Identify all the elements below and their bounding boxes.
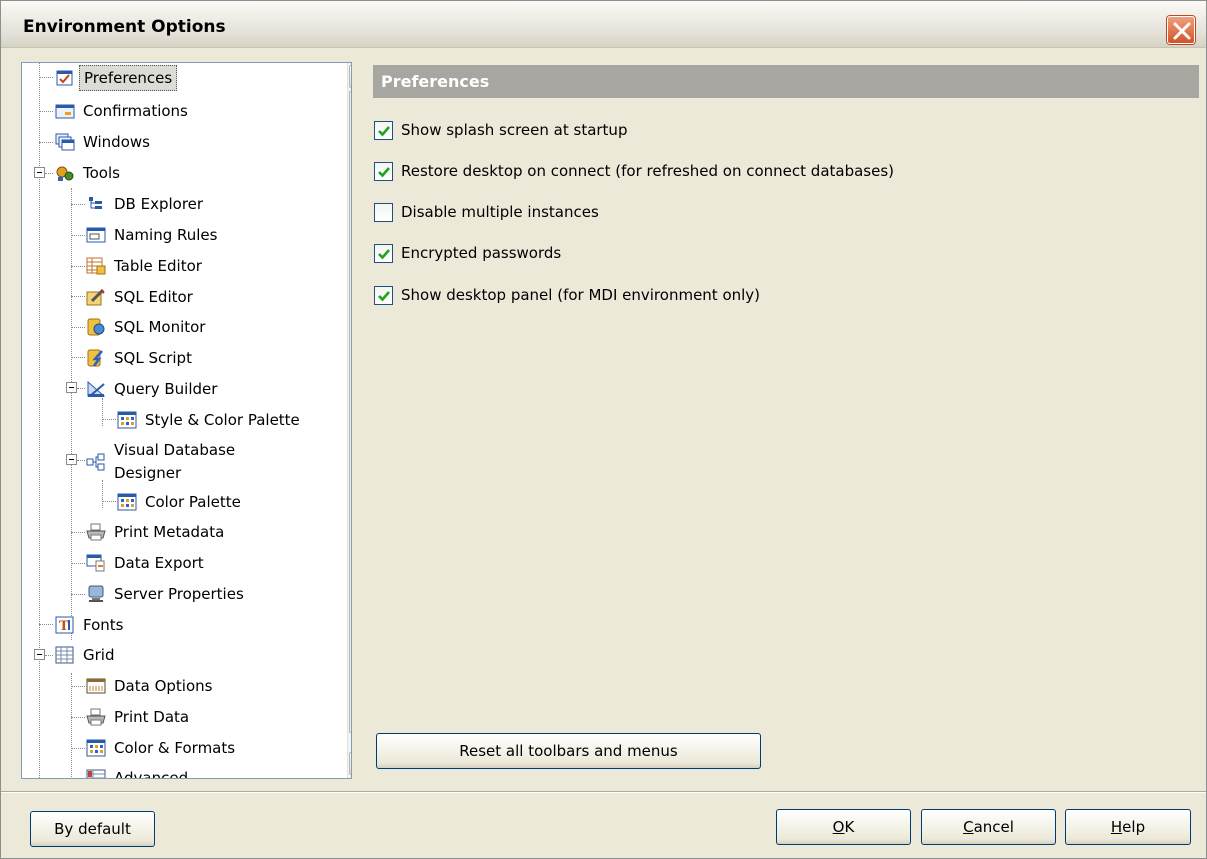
tree-item-preferences[interactable]: Preferences — [55, 65, 325, 91]
tree-item-label: Preferences — [79, 65, 178, 91]
scroll-up-button[interactable] — [349, 65, 352, 88]
help-accelerator: H — [1110, 818, 1123, 836]
tree-item-label: Server Properties — [114, 585, 244, 603]
checkmark-icon — [378, 249, 390, 260]
query-builder-icon — [87, 380, 106, 397]
tree-item-label: Designer — [114, 464, 182, 482]
tree-item-label: Query Builder — [114, 380, 218, 398]
tools-icon — [56, 166, 74, 181]
checkbox[interactable] — [374, 203, 393, 222]
tree-item-label: Style & Color Palette — [145, 411, 300, 429]
palette-icon — [117, 411, 137, 429]
tree-item-label: SQL Monitor — [114, 318, 206, 336]
option-label: Show desktop panel (for MDI environment … — [401, 286, 761, 304]
scroll-down-button[interactable] — [349, 752, 352, 775]
tree-item-label: Color Palette — [145, 493, 241, 511]
option-label: Encrypted passwords — [401, 244, 562, 262]
visual-designer-collapse-toggle[interactable] — [66, 454, 77, 465]
grid-collapse-toggle[interactable] — [34, 649, 45, 660]
ok-button[interactable]: OK — [776, 809, 911, 845]
chevron-down-icon — [350, 753, 352, 774]
preferences-icon — [56, 70, 73, 86]
table-editor-icon — [86, 257, 106, 275]
tools-collapse-toggle[interactable] — [34, 167, 45, 178]
checkbox[interactable] — [374, 121, 393, 140]
title-bar[interactable]: Environment Options — [1, 1, 1206, 48]
close-button[interactable] — [1167, 16, 1195, 44]
checkbox[interactable] — [374, 162, 393, 181]
sql-script-icon — [87, 349, 103, 367]
data-options-icon — [86, 678, 106, 694]
palette-icon — [86, 739, 106, 757]
tree-item-label: SQL Script — [114, 349, 192, 367]
environment-options-window: Environment Options Preferences Confirma… — [0, 0, 1207, 859]
help-label: elp — [1122, 818, 1146, 836]
chevron-up-icon — [350, 66, 352, 87]
visual-designer-icon — [86, 453, 105, 471]
tree-item-label: Grid — [83, 646, 115, 664]
windows-icon — [55, 133, 75, 151]
section-header: Preferences — [373, 65, 1199, 98]
checkbox[interactable] — [374, 244, 393, 263]
tree-item-label: Tools — [83, 164, 120, 182]
tree-item-label: Fonts — [83, 616, 124, 634]
reset-toolbars-button[interactable]: Reset all toolbars and menus — [376, 733, 761, 769]
svg-text:T: T — [59, 619, 69, 634]
grid-icon — [55, 646, 74, 664]
fonts-icon: T — [55, 616, 74, 634]
ok-label: K — [844, 818, 855, 836]
by-default-button[interactable]: By default — [30, 811, 155, 847]
sql-monitor-icon — [87, 318, 105, 336]
tree-item-label: Advanced — [114, 769, 189, 779]
advanced-icon — [86, 769, 106, 778]
tree-item-label: SQL Editor — [114, 288, 193, 306]
confirmations-icon — [55, 104, 75, 119]
printer-icon — [86, 708, 106, 726]
tree-item-label: Naming Rules — [114, 226, 218, 244]
option-label: Show splash screen at startup — [401, 121, 628, 139]
tree-scrollbar[interactable] — [347, 63, 352, 778]
printer-icon — [86, 523, 106, 541]
checkmark-icon — [378, 126, 390, 137]
checkmark-icon — [378, 291, 390, 302]
checkmark-icon — [378, 167, 390, 178]
ok-accelerator: O — [832, 818, 845, 836]
footer-divider — [1, 791, 1206, 793]
query-builder-collapse-toggle[interactable] — [66, 382, 77, 393]
checkbox[interactable] — [374, 286, 393, 305]
tree-item-label: Print Metadata — [114, 523, 225, 541]
data-export-icon — [86, 554, 105, 572]
options-tree[interactable]: Preferences Confirmations Windows Tools … — [21, 62, 352, 779]
option-label: Disable multiple instances — [401, 203, 599, 221]
naming-rules-icon — [86, 227, 106, 243]
cancel-accelerator: C — [963, 818, 974, 836]
tree-item-label: Color & Formats — [114, 739, 236, 757]
option-label: Restore desktop on connect (for refreshe… — [401, 162, 895, 180]
palette-icon — [117, 493, 137, 511]
help-button[interactable]: Help — [1065, 809, 1191, 845]
db-explorer-icon — [89, 197, 102, 209]
tree-item-label: Table Editor — [114, 257, 202, 275]
tree-item-label: Data Export — [114, 554, 204, 572]
tree-item-label: Confirmations — [83, 102, 188, 120]
close-icon — [1173, 22, 1191, 40]
tree-item-label: DB Explorer — [114, 195, 204, 213]
cancel-label: ancel — [973, 818, 1014, 836]
tree-item-label: Data Options — [114, 677, 213, 695]
tree-item-label: Print Data — [114, 708, 190, 726]
window-title: Environment Options — [23, 17, 226, 37]
tree-item-label: Windows — [83, 133, 150, 151]
server-icon — [88, 585, 104, 602]
scroll-thumb[interactable] — [349, 91, 351, 733]
cancel-button[interactable]: Cancel — [921, 809, 1056, 845]
sql-editor-icon — [86, 288, 105, 306]
